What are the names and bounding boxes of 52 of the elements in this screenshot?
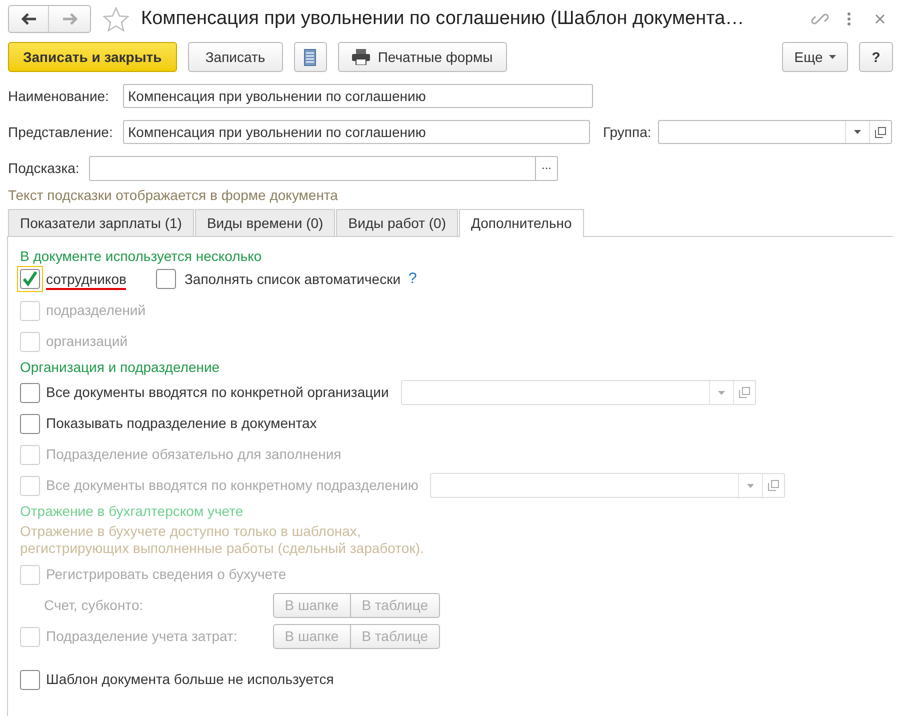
tab[interactable]: Показатели зарплаты (1): [8, 209, 194, 236]
tab[interactable]: Виды времени (0): [194, 209, 336, 236]
checkbox[interactable]: [20, 670, 40, 690]
section-heading: Организация и подразделение: [20, 358, 221, 377]
group-field[interactable]: [658, 120, 892, 144]
close-icon[interactable]: [875, 14, 885, 24]
checkbox[interactable]: [20, 414, 40, 434]
section-heading: Отражение в бухгалтерском учете: [20, 502, 244, 521]
window-title: Компенсация при увольнении по соглашению (Шаблон документа…: [141, 6, 744, 31]
checkbox-label: организаций: [46, 332, 128, 351]
field-label: Счет, субконто:: [44, 596, 144, 615]
name-field[interactable]: Компенсация при увольнении по соглашению: [123, 84, 593, 108]
star-icon[interactable]: [103, 6, 129, 32]
tab[interactable]: Дополнительно: [459, 209, 584, 237]
section-heading: В документе используется несколько: [20, 247, 263, 266]
more-button[interactable]: Еще: [782, 42, 848, 72]
save-button[interactable]: Записать: [188, 42, 283, 72]
select-button[interactable]: ...: [536, 156, 558, 180]
checkbox-label: подразделений: [46, 301, 146, 320]
presentation-field[interactable]: Компенсация при увольнении по соглашению: [123, 120, 590, 144]
caret-icon: [828, 55, 836, 59]
checkbox-label: Заполнять список автоматически: [184, 270, 401, 288]
printer-icon: [352, 49, 370, 65]
field-label: Подсказка:: [8, 158, 80, 178]
field-label: Группа:: [603, 122, 652, 142]
more-icon[interactable]: [847, 12, 851, 26]
dropdown-arrow-icon[interactable]: [854, 130, 861, 134]
checkbox[interactable]: [20, 382, 40, 402]
field-label: Представление:: [8, 122, 114, 142]
checkbox-label: Шаблон документа больше не используется: [46, 670, 334, 689]
help-link[interactable]: ?: [408, 268, 417, 290]
report-button[interactable]: [294, 42, 327, 72]
forward-arrow-icon: [62, 13, 78, 25]
checkbox-label: сотрудников: [46, 270, 126, 290]
checkbox-label: Показывать подразделение в документах: [46, 414, 317, 433]
checkbox-label: Регистрировать сведения о бухучете: [46, 565, 286, 584]
print-forms-button[interactable]: Печатные формы: [338, 42, 507, 72]
tab[interactable]: Виды работ (0): [336, 209, 458, 236]
field-label: Наименование:: [8, 86, 110, 106]
save-and-close-button[interactable]: Записать и закрыть: [8, 42, 177, 72]
hint-field[interactable]: [89, 156, 536, 180]
checkbox-label: Подразделение обязательно для заполнения: [46, 445, 342, 464]
help-button[interactable]: ?: [859, 42, 893, 72]
checkbox-label: Все документы вводятся по конкретной организации: [46, 383, 389, 402]
note-text: Отражение в бухучете доступно только в шаблонах, регистрирующих выполненные работы (сдельный заработок).: [20, 522, 425, 558]
checkbox[interactable]: [156, 269, 176, 289]
checkbox-label: Подразделение учета затрат:: [46, 627, 238, 646]
document-icon: [304, 48, 316, 66]
open-icon[interactable]: [875, 126, 886, 138]
hint-text: Текст подсказки отображается в форме документа: [7, 186, 339, 205]
back-arrow-icon: [20, 13, 36, 25]
checkbox-label: Все документы вводятся по конкретному подразделению: [46, 476, 418, 495]
